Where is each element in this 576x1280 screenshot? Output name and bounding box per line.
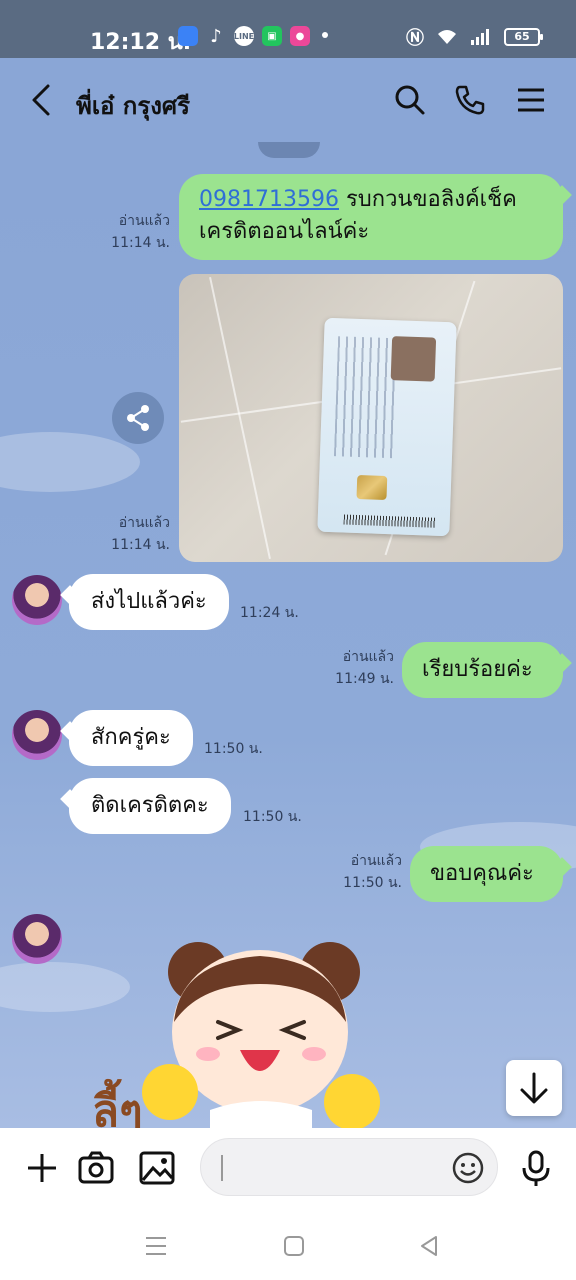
image-message[interactable] <box>179 274 563 562</box>
chat-header: พี่เอ๋ กรุงศรี <box>0 58 576 142</box>
message-meta: อ่านแล้ว 11:14 น. <box>100 512 170 556</box>
contact-avatar[interactable] <box>12 914 62 964</box>
wallet-icon: ▣ <box>262 26 282 46</box>
signal-icon <box>471 29 489 45</box>
system-nav-bar <box>0 1210 576 1280</box>
phone-number-link[interactable]: 0981713596 <box>199 187 339 212</box>
notification-dot <box>322 32 328 38</box>
microphone-icon[interactable] <box>516 1148 556 1188</box>
id-card-barcode <box>343 514 436 528</box>
message-input[interactable] <box>200 1138 498 1196</box>
message-text: ติดเครดิตคะ <box>91 793 209 818</box>
read-status: อ่านแล้ว <box>350 853 402 869</box>
message-bubble[interactable]: 0981713596 รบกวนขอลิงค์เช็คเครดิตออนไลน์… <box>179 174 563 260</box>
contact-name[interactable]: พี่เอ๋ กรุงศรี <box>76 86 190 125</box>
back-nav-icon[interactable] <box>416 1232 444 1260</box>
contact-avatar[interactable] <box>12 710 62 760</box>
id-card-chip <box>356 474 388 501</box>
camera-icon[interactable] <box>76 1148 116 1188</box>
message-time: 11:14 น. <box>111 537 170 553</box>
gallery-icon[interactable] <box>137 1148 177 1188</box>
status-bar: 12:12 น. ♪ LINE ▣ ● Ⓝ 65 <box>0 0 576 58</box>
plus-icon[interactable] <box>22 1148 62 1188</box>
read-status: อ่านแล้ว <box>342 649 394 665</box>
load-more-handle[interactable] <box>258 142 320 158</box>
message-time: 11:14 น. <box>111 235 170 251</box>
contact-avatar[interactable] <box>12 575 62 625</box>
message-text: ขอบคุณค่ะ <box>430 861 534 886</box>
status-app-icons: ♪ LINE ▣ ● <box>178 25 310 47</box>
id-card-text-lines <box>333 336 399 459</box>
nfc-icon: Ⓝ <box>406 28 424 49</box>
message-time: 11:49 น. <box>335 671 394 687</box>
menu-icon[interactable] <box>514 82 550 118</box>
message-meta: อ่านแล้ว 11:50 น. <box>334 850 402 894</box>
share-button[interactable] <box>112 392 164 444</box>
message-meta: อ่านแล้ว 11:49 น. <box>326 646 394 690</box>
id-card-portrait <box>390 336 437 382</box>
message-text-field[interactable] <box>221 1153 451 1183</box>
message-time: 11:50 น. <box>243 809 302 825</box>
message-text: เรียบร้อยค่ะ <box>422 657 533 682</box>
share-icon <box>127 405 149 431</box>
chat-area[interactable]: อ่านแล้ว 11:14 น. 0981713596 รบกวนขอลิงค… <box>0 142 576 1128</box>
photos-icon <box>178 26 198 46</box>
search-icon[interactable] <box>392 82 428 118</box>
message-bubble[interactable]: สักครู่คะ <box>69 710 193 766</box>
message-bubble[interactable]: ติดเครดิตคะ <box>69 778 231 834</box>
message-bubble[interactable]: ส่งไปแล้วค่ะ <box>69 574 229 630</box>
back-arrow-icon[interactable] <box>28 82 58 118</box>
message-time: 11:24 น. <box>240 605 299 621</box>
call-icon[interactable] <box>452 82 488 118</box>
message-bubble[interactable]: เรียบร้อยค่ะ <box>402 642 563 698</box>
tiktok-icon: ♪ <box>210 25 222 47</box>
message-text: สักครู่คะ <box>91 725 171 750</box>
scroll-to-bottom-button[interactable] <box>506 1060 562 1116</box>
sticker-caption: ลี้ๆ <box>92 1086 143 1128</box>
message-text: ส่งไปแล้วค่ะ <box>91 589 207 614</box>
message-input-bar <box>0 1128 576 1210</box>
message-time: 11:50 น. <box>343 875 402 891</box>
message-meta: อ่านแล้ว 11:14 น. <box>100 210 170 254</box>
status-time: 12:12 น. <box>90 30 192 55</box>
floor-tile-line <box>209 276 271 560</box>
emoji-icon[interactable] <box>451 1151 485 1185</box>
recent-apps-icon[interactable] <box>142 1232 170 1260</box>
id-card-photo <box>317 317 457 537</box>
line-icon: LINE <box>234 26 254 46</box>
message-time: 11:50 น. <box>204 741 263 757</box>
message-bubble[interactable]: ขอบคุณค่ะ <box>410 846 563 902</box>
arrow-down-icon <box>520 1072 548 1104</box>
home-icon[interactable] <box>280 1232 308 1260</box>
wifi-icon <box>438 30 456 44</box>
chat-app-icon: ● <box>290 26 310 46</box>
read-status: อ่านแล้ว <box>118 515 170 531</box>
battery-icon: 65 <box>504 28 543 46</box>
read-status: อ่านแล้ว <box>118 213 170 229</box>
